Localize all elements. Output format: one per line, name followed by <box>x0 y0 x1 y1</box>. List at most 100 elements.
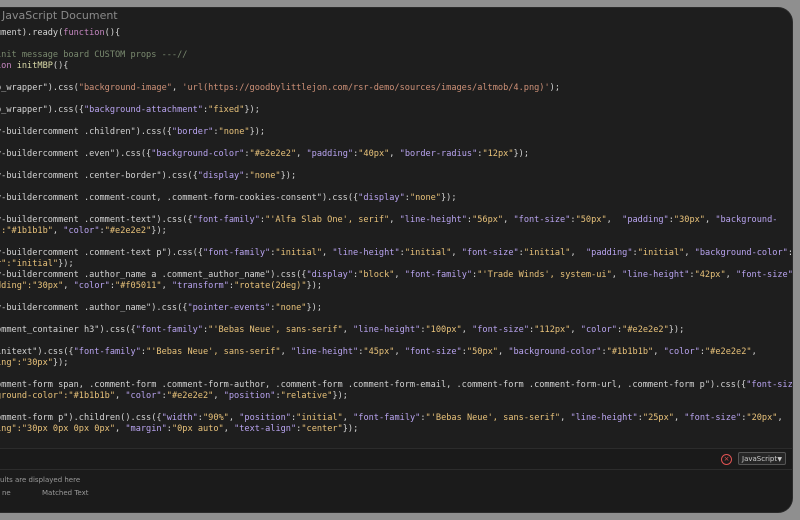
code-token: , <box>296 149 307 159</box>
code-token: }); <box>342 424 359 434</box>
code-token: omment_container h3").css({ <box>0 325 136 335</box>
code-token: ":"#1b1b1b" <box>0 226 53 236</box>
code-token: "#e2e2e2" <box>622 325 669 335</box>
error-circle-icon[interactable]: × <box>721 454 732 465</box>
window-title: JavaScript Document <box>2 9 118 22</box>
code-token: "font-size" <box>684 413 742 423</box>
code-token: , <box>52 226 64 236</box>
code-token: , <box>684 248 695 258</box>
code-token: , <box>322 248 333 258</box>
code-token: ground-color":"#1b1b1b" <box>0 391 115 401</box>
code-token: (){ <box>52 61 69 71</box>
code-line: ing":"30px"}); <box>0 358 792 369</box>
code-line: init message board CUSTOM props ---// <box>0 50 792 61</box>
code-token: "'Bebas Neue', sans-serif" <box>208 325 343 335</box>
code-token: "font-size" <box>461 248 519 258</box>
code-line: r":"initial"}); <box>0 259 792 270</box>
code-token: , <box>497 347 509 357</box>
code-token: "font-size" <box>513 215 571 225</box>
code-line: p_wrapper").css({"background-attachment"… <box>0 105 792 116</box>
code-token: "42px" <box>694 270 726 280</box>
code-token: "initial" <box>637 248 685 258</box>
code-token: dding":"30px" <box>0 281 64 291</box>
code-line: ing":"30px 0px 0px 0px", "margin":"0px a… <box>0 424 792 435</box>
code-token: , <box>228 413 240 423</box>
code-token: }); <box>58 259 74 269</box>
code-token: "font-size" <box>472 325 529 335</box>
code-token: "line-height" <box>570 413 638 423</box>
code-token: , <box>503 215 514 225</box>
code-token: "border-radius" <box>399 149 478 159</box>
code-token: ion <box>0 61 12 71</box>
code-token: ing":"30px 0px 0px 0px" <box>0 424 115 434</box>
code-line: v-buildercomment .author_name").css({"po… <box>0 303 792 314</box>
code-token: v-buildercomment .center-border").css({ <box>0 171 198 181</box>
code-token: "#f05011" <box>115 281 162 291</box>
code-token: "background-color" <box>694 248 788 258</box>
code-token: "font-family" <box>404 270 473 280</box>
code-token: "100px" <box>425 325 462 335</box>
code-editor[interactable]: ument).ready(function(){init message boa… <box>0 28 792 448</box>
code-token: "color" <box>73 281 110 291</box>
editor-window: JavaScript Document ument).ready(functio… <box>0 8 792 512</box>
code-token: "font-family" <box>73 347 141 357</box>
code-token: "background-color" <box>151 149 245 159</box>
code-token: "border" <box>171 127 214 137</box>
code-token: "text-align" <box>234 424 297 434</box>
code-line: ":"#1b1b1b", "color":"#e2e2e2"}); <box>0 226 792 237</box>
code-token: }); <box>332 391 348 401</box>
code-line: ground-color":"#1b1b1b", "color":"#e2e2e… <box>0 391 792 402</box>
code-token: init message board CUSTOM props ---// <box>0 50 188 60</box>
code-token: v-buildercomment .comment-count, .commen… <box>0 193 359 203</box>
code-token: "font-size" <box>735 270 792 280</box>
code-token: , <box>560 413 571 423</box>
code-token: "12px" <box>482 149 514 159</box>
results-column-matched-text[interactable]: Matched Text <box>42 489 89 497</box>
code-token: "40px" <box>358 149 390 159</box>
code-token: "initial" <box>523 248 571 258</box>
code-token: omment-form p").children().css({ <box>0 413 162 423</box>
code-line: ion initMBP(){ <box>0 61 792 72</box>
code-token: v-buildercomment .children").css({ <box>0 127 172 137</box>
code-token: v-buildercomment .author_name a .comment… <box>0 270 307 280</box>
code-token: "30px" <box>673 215 705 225</box>
code-token: "display" <box>358 193 405 203</box>
code-token: "color" <box>125 391 162 401</box>
code-token: "'Alfa Slab One', serif" <box>265 215 390 225</box>
code-token: "#1b1b1b" <box>606 347 654 357</box>
code-token: "position" <box>223 391 276 401</box>
language-select[interactable]: JavaScript ▼ <box>738 452 786 465</box>
code-token: }); <box>668 325 685 335</box>
code-token: }); <box>52 358 69 368</box>
code-token: "initial" <box>275 248 322 258</box>
code-token: , <box>673 413 685 423</box>
code-token: "none" <box>275 303 307 313</box>
code-token: "'Bebas Neue', sans-serif" <box>425 413 561 423</box>
code-token: "line-height" <box>622 270 690 280</box>
code-token: "112px" <box>534 325 571 335</box>
code-token: "initial" <box>404 248 452 258</box>
code-token: , <box>394 270 405 280</box>
code-line: initext").css({"font-family":"'Bebas Neu… <box>0 347 792 358</box>
code-token: , <box>461 325 473 335</box>
code-token: "position" <box>239 413 291 423</box>
code-token: "'Trade Winds', system-ui" <box>477 270 612 280</box>
code-token: "font-family" <box>192 215 260 225</box>
code-token: , <box>751 347 757 357</box>
code-token: , <box>280 347 291 357</box>
code-token: "font-family" <box>135 325 203 335</box>
code-token: , <box>611 270 623 280</box>
code-token: "font-siz <box>746 380 792 390</box>
code-token: v-buildercomment .author_name").css({ <box>0 303 188 313</box>
code-token: "56px" <box>472 215 504 225</box>
code-token: "display" <box>306 270 354 280</box>
results-column-line[interactable]: ne <box>2 489 11 497</box>
